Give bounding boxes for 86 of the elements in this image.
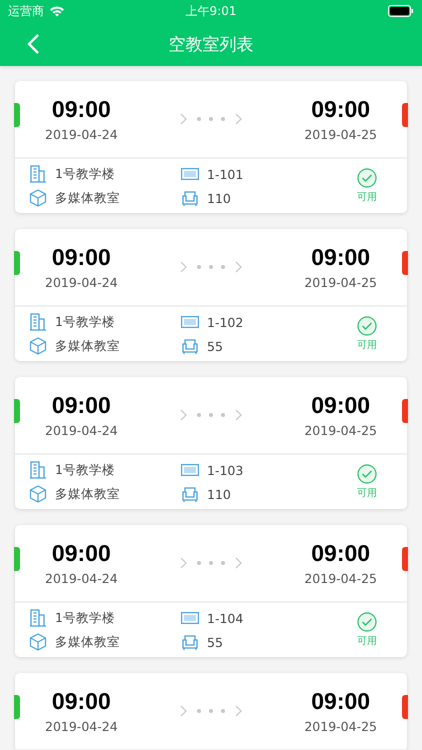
sofa-icon <box>181 337 199 355</box>
check-circle-icon <box>357 168 377 188</box>
dotted-arrow-icon <box>179 704 243 718</box>
start-date: 2019-04-24 <box>45 571 118 586</box>
building-icon <box>29 165 47 183</box>
room-card[interactable]: 09:00 2019-04-24 09:00 2019-04-25 1号教学楼 1-102 多媒体教室 55 可用 <box>15 229 407 361</box>
room-card[interactable]: 09:00 2019-04-24 09:00 2019-04-25 1号教学楼 1-104 多媒体教室 55 可用 <box>15 525 407 657</box>
wifi-icon <box>49 5 65 17</box>
room-type: 多媒体教室 <box>55 486 120 502</box>
status-label: 可用 <box>357 487 377 500</box>
status-label: 可用 <box>357 339 377 352</box>
start-date: 2019-04-24 <box>45 127 118 142</box>
room-number: 1-104 <box>207 610 244 626</box>
room-type: 多媒体教室 <box>55 190 120 206</box>
building-name: 1号教学楼 <box>55 462 115 478</box>
room-type: 多媒体教室 <box>55 634 120 650</box>
start-date: 2019-04-24 <box>45 275 118 290</box>
building-name: 1号教学楼 <box>55 314 115 330</box>
end-time: 09:00 <box>311 688 370 715</box>
start-time: 09:00 <box>52 392 111 419</box>
number-tag-icon <box>181 316 199 328</box>
start-marker <box>14 399 20 423</box>
status-time: 上午9:01 <box>186 2 236 20</box>
cube-icon <box>29 633 47 651</box>
end-marker <box>402 103 408 127</box>
number-tag-icon <box>181 168 199 180</box>
room-number: 1-102 <box>207 314 244 330</box>
start-time: 09:00 <box>52 96 111 123</box>
room-card[interactable]: 09:00 2019-04-24 09:00 2019-04-25 <box>15 673 407 750</box>
seat-count: 110 <box>207 486 231 502</box>
sofa-icon <box>181 189 199 207</box>
start-time: 09:00 <box>52 688 111 715</box>
cube-icon <box>29 189 47 207</box>
end-time: 09:00 <box>311 244 370 271</box>
end-date: 2019-04-25 <box>304 423 377 438</box>
check-circle-icon <box>357 612 377 632</box>
seat-count: 55 <box>207 634 223 650</box>
sofa-icon <box>181 633 199 651</box>
battery-icon <box>388 5 414 17</box>
start-date: 2019-04-24 <box>45 719 118 734</box>
dotted-arrow-icon <box>179 556 243 570</box>
room-card[interactable]: 09:00 2019-04-24 09:00 2019-04-25 1号教学楼 1-101 多媒体教室 110 可用 <box>15 81 407 213</box>
end-marker <box>402 251 408 275</box>
check-circle-icon <box>357 464 377 484</box>
status-label: 可用 <box>357 191 377 204</box>
building-icon <box>29 609 47 627</box>
cube-icon <box>29 485 47 503</box>
room-type: 多媒体教室 <box>55 338 120 354</box>
nav-title: 空教室列表 <box>168 34 254 56</box>
building-icon <box>29 313 47 331</box>
cube-icon <box>29 337 47 355</box>
seat-count: 55 <box>207 338 223 354</box>
end-date: 2019-04-25 <box>304 127 377 142</box>
end-marker <box>402 695 408 719</box>
end-time: 09:00 <box>311 540 370 567</box>
building-name: 1号教学楼 <box>55 166 115 182</box>
number-tag-icon <box>181 612 199 624</box>
end-date: 2019-04-25 <box>304 275 377 290</box>
start-marker <box>14 103 20 127</box>
start-marker <box>14 695 20 719</box>
status-label: 可用 <box>357 635 377 648</box>
building-name: 1号教学楼 <box>55 610 115 626</box>
room-card[interactable]: 09:00 2019-04-24 09:00 2019-04-25 1号教学楼 1-103 多媒体教室 110 可用 <box>15 377 407 509</box>
end-time: 09:00 <box>311 392 370 419</box>
carrier-name: 运营商 <box>8 2 44 20</box>
start-marker <box>14 547 20 571</box>
number-tag-icon <box>181 464 199 476</box>
start-time: 09:00 <box>52 244 111 271</box>
end-date: 2019-04-25 <box>304 571 377 586</box>
room-number: 1-103 <box>207 462 244 478</box>
end-time: 09:00 <box>311 96 370 123</box>
start-time: 09:00 <box>52 540 111 567</box>
end-marker <box>402 399 408 423</box>
seat-count: 110 <box>207 190 231 206</box>
dotted-arrow-icon <box>179 112 243 126</box>
end-date: 2019-04-25 <box>304 719 377 734</box>
start-marker <box>14 251 20 275</box>
sofa-icon <box>181 485 199 503</box>
end-marker <box>402 547 408 571</box>
back-button[interactable] <box>26 33 40 55</box>
start-date: 2019-04-24 <box>45 423 118 438</box>
check-circle-icon <box>357 316 377 336</box>
building-icon <box>29 461 47 479</box>
dotted-arrow-icon <box>179 408 243 422</box>
room-number: 1-101 <box>207 166 244 182</box>
dotted-arrow-icon <box>179 260 243 274</box>
